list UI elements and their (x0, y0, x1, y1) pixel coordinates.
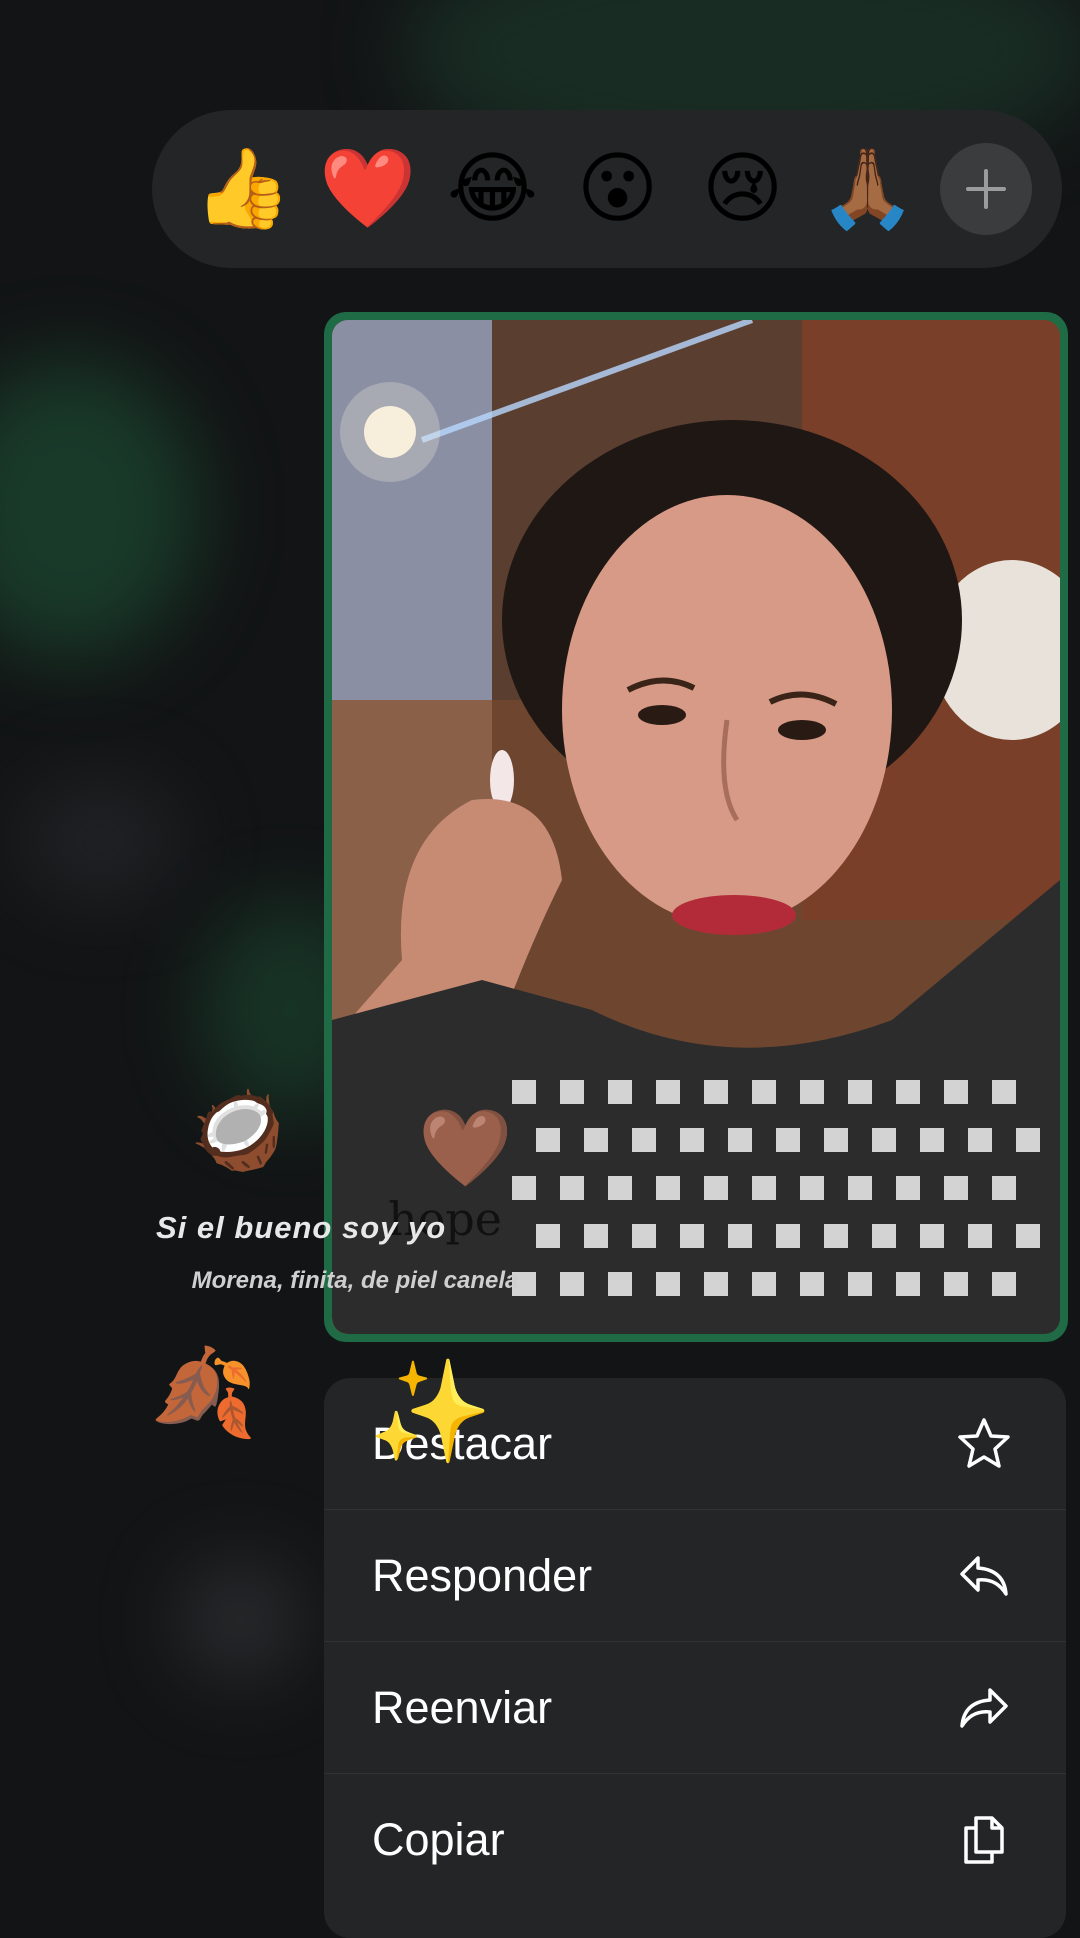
reaction-bar: 👍 ❤️ 😂 😮 😢 🙏🏾 (152, 110, 1062, 268)
menu-item-label: Reenviar (372, 1681, 553, 1733)
reaction-folded-hands[interactable]: 🙏🏾 (805, 127, 930, 252)
sparkles-sticker: ✨ (368, 1353, 493, 1470)
menu-item-responder[interactable]: Responder (324, 1510, 1066, 1642)
reaction-thumbs-up[interactable]: 👍 (180, 127, 305, 252)
reaction-surprised[interactable]: 😮 (555, 127, 680, 252)
menu-item-label: Copiar (372, 1814, 505, 1865)
sticker-title-text: Si el bueno soy yo (156, 1210, 447, 1245)
menu-item-copiar[interactable]: Copiar (324, 1774, 1066, 1906)
coconut-sticker: 🥥 (190, 1085, 285, 1174)
more-reactions-button[interactable] (940, 143, 1032, 235)
forward-icon (954, 1678, 1014, 1738)
blurred-shape (0, 360, 200, 660)
menu-item-reenviar[interactable]: Reenviar (324, 1642, 1066, 1774)
autumn-leaves-sticker: 🍂 (150, 1343, 258, 1443)
copy-icon (954, 1810, 1014, 1870)
blurred-shape (20, 780, 180, 900)
reaction-tears-of-joy[interactable]: 😂 (430, 127, 555, 252)
sticker-subtitle-text: Morena, finita, de piel canela (191, 1267, 519, 1294)
reaction-red-heart[interactable]: ❤️ (305, 127, 430, 252)
plus-icon (966, 169, 1006, 209)
menu-item-label: Responder (372, 1549, 593, 1601)
reply-icon (954, 1546, 1014, 1606)
heart-sticker: 🤎 (418, 1103, 513, 1192)
blurred-shape (180, 1560, 300, 1680)
star-icon (954, 1414, 1014, 1474)
reaction-crying[interactable]: 😢 (680, 127, 805, 252)
